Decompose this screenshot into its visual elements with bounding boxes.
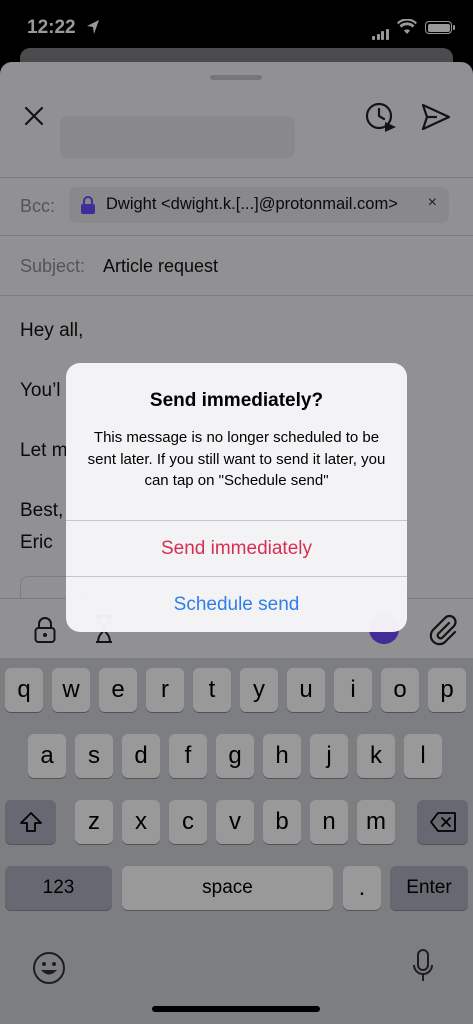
dialog-title: Send immediately? — [149, 390, 324, 411]
schedule-send-button[interactable]: Schedule send — [66, 576, 407, 632]
send-immediately-button[interactable]: Send immediately — [66, 520, 407, 576]
dialog-message: This message is no longer scheduled to b… — [87, 429, 386, 489]
send-immediately-dialog: Send immediately? This message is no lon… — [66, 363, 407, 632]
